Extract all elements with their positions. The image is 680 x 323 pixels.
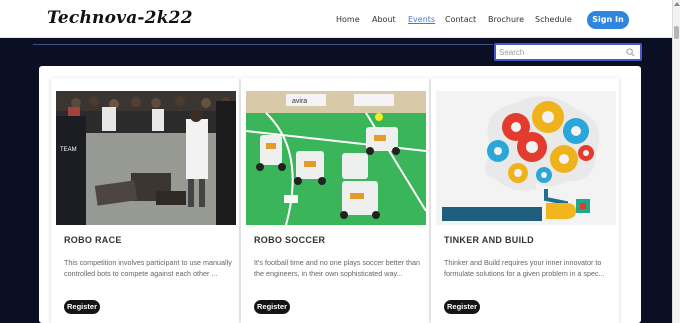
- robo-soccer-image: avira: [246, 91, 426, 225]
- nav-link-about[interactable]: About: [372, 15, 396, 24]
- event-card-robo-soccer: avira ROBO SOCCER It's football time and…: [241, 78, 429, 323]
- register-button-robo-race[interactable]: Register: [64, 300, 100, 314]
- search-box: [494, 43, 642, 61]
- event-description: It's football time and no one plays socc…: [254, 258, 420, 278]
- register-button-tinker-and-build[interactable]: Register: [444, 300, 480, 314]
- nav-link-brochure[interactable]: Brochure: [488, 15, 524, 24]
- divider-line: [33, 44, 493, 45]
- event-description: Thinker and Build requires your inner in…: [444, 258, 605, 278]
- navbar: Technova-2k22 Home About Events Contact …: [0, 0, 672, 38]
- event-card-tinker-and-build: TINKER AND BUILD Thinker and Build requi…: [431, 78, 619, 323]
- event-description: This competition involves participant to…: [64, 258, 232, 278]
- tinker-and-build-image: [436, 91, 616, 225]
- nav-link-schedule[interactable]: Schedule: [535, 15, 572, 24]
- event-title: TINKER AND BUILD: [444, 235, 534, 245]
- scroll-up-arrow-icon[interactable]: [674, 2, 680, 6]
- event-card-robo-race: TEAM ROBO RACE This competition involves…: [51, 78, 239, 323]
- nav-link-events[interactable]: Events: [408, 15, 435, 24]
- register-button-robo-soccer[interactable]: Register: [254, 300, 290, 314]
- page-scrollbar[interactable]: [672, 0, 680, 323]
- scrollbar-thumb[interactable]: [674, 26, 679, 39]
- nav-link-home[interactable]: Home: [336, 15, 360, 24]
- nav-link-contact[interactable]: Contact: [445, 15, 476, 24]
- site-logo[interactable]: Technova-2k22: [47, 8, 193, 28]
- svg-text:avira: avira: [292, 98, 307, 105]
- search-icon[interactable]: [626, 48, 635, 57]
- sign-in-button[interactable]: Sign In: [587, 11, 629, 29]
- event-title: ROBO SOCCER: [254, 235, 326, 245]
- event-title: ROBO RACE: [64, 235, 122, 245]
- svg-text:TEAM: TEAM: [60, 147, 77, 153]
- robo-race-image: TEAM: [56, 91, 236, 225]
- search-input[interactable]: [499, 46, 621, 59]
